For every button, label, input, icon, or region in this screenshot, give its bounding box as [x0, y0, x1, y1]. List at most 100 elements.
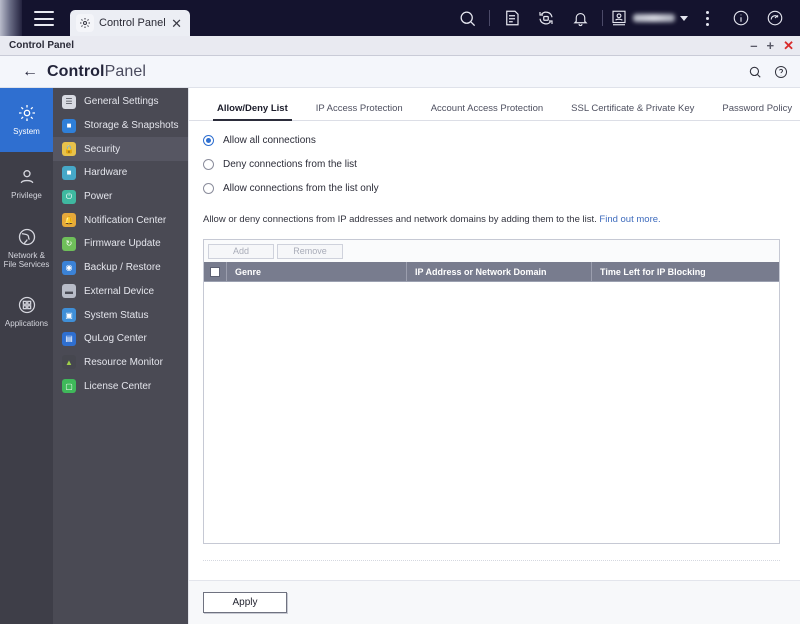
menu-item-power[interactable]: ⏻ Power	[53, 185, 188, 209]
maximize-button[interactable]: +	[767, 39, 775, 52]
remove-button[interactable]: Remove	[277, 243, 343, 259]
backup-icon: ◉	[62, 260, 76, 275]
radio-deny-connections-from-list[interactable]: Deny connections from the list	[203, 159, 780, 170]
close-button[interactable]: ✕	[783, 39, 794, 52]
menu-item-external-device[interactable]: ▬ External Device	[53, 280, 188, 304]
menu-label-external-device: External Device	[84, 285, 155, 297]
content-area: Allow/Deny List IP Access Protection Acc…	[188, 88, 800, 624]
column-header-time-left[interactable]: Time Left for IP Blocking	[591, 262, 779, 281]
menu-item-qulog-center[interactable]: ▤ QuLog Center	[53, 327, 188, 351]
desktop-root: Control Panel ✕ Control Panel – + ✕ ← Co…	[0, 0, 800, 624]
bell-icon[interactable]	[563, 0, 597, 36]
system-tray	[450, 0, 792, 36]
radio-label-allow-all: Allow all connections	[223, 135, 316, 146]
menu-item-backup-restore[interactable]: ◉ Backup / Restore	[53, 256, 188, 280]
window-titlebar: Control Panel – + ✕	[0, 36, 800, 56]
help-icon[interactable]	[774, 65, 788, 79]
allow-deny-table: Add Remove Genre IP Address or Network D…	[203, 239, 780, 544]
hardware-icon: ■	[62, 165, 76, 180]
menu-item-system-status[interactable]: ▣ System Status	[53, 303, 188, 327]
rail-label-network-file-services: Network & File Services	[3, 250, 50, 269]
tab-password-policy[interactable]: Password Policy	[708, 103, 800, 120]
menu-label-storage-snapshots: Storage & Snapshots	[84, 120, 179, 132]
desktop-taskbar: Control Panel ✕	[0, 0, 800, 36]
minimize-button[interactable]: –	[750, 39, 757, 52]
taskbar-tab-label: Control Panel	[99, 17, 166, 29]
menu-item-notification-center[interactable]: 🔔 Notification Center	[53, 208, 188, 232]
radio-indicator-allow-all[interactable]	[203, 135, 214, 146]
back-arrow-icon[interactable]: ←	[22, 63, 38, 80]
menu-label-backup-restore: Backup / Restore	[84, 262, 161, 274]
menu-label-power: Power	[84, 191, 113, 203]
menu-item-firmware-update[interactable]: ↻ Firmware Update	[53, 232, 188, 256]
info-icon[interactable]	[724, 0, 758, 36]
storage-icon: ■	[62, 118, 76, 133]
apply-button[interactable]: Apply	[203, 592, 287, 613]
rail-label-applications: Applications	[4, 319, 49, 329]
page-title: ControlPanel	[47, 63, 146, 81]
page-title-light: Panel	[104, 62, 146, 80]
find-out-more-link[interactable]: Find out more.	[599, 214, 660, 225]
notes-icon[interactable]	[495, 0, 529, 36]
clipboard-icon: ☰	[62, 94, 76, 109]
menu-item-hardware[interactable]: ■ Hardware	[53, 161, 188, 185]
tab-allow-deny-list[interactable]: Allow/Deny List	[203, 103, 302, 121]
tray-divider	[489, 10, 490, 26]
radio-allow-all-connections[interactable]: Allow all connections	[203, 135, 780, 146]
chevron-down-icon	[680, 15, 688, 21]
globe-icon	[17, 227, 37, 247]
menu-label-notification-center: Notification Center	[84, 214, 167, 226]
menu-label-firmware-update: Firmware Update	[84, 238, 161, 250]
firmware-icon: ↻	[62, 236, 76, 251]
menu-item-security[interactable]: 🔒 Security	[53, 137, 188, 162]
select-all-checkbox[interactable]	[210, 266, 220, 277]
radio-allow-connections-from-list-only[interactable]: Allow connections from the list only	[203, 183, 780, 194]
radio-label-deny-list: Deny connections from the list	[223, 159, 357, 170]
rail-item-privilege[interactable]: Privilege	[0, 152, 53, 216]
sync-icon[interactable]	[529, 0, 563, 36]
section-description: Allow or deny connections from IP addres…	[203, 214, 780, 225]
lock-icon: 🔒	[62, 142, 76, 157]
rail-label-system: System	[13, 127, 40, 137]
add-button[interactable]: Add	[208, 243, 274, 259]
header-search-icon[interactable]	[748, 65, 762, 79]
dashboard-icon[interactable]	[758, 0, 792, 36]
menu-item-general-settings[interactable]: ☰ General Settings	[53, 90, 188, 114]
allow-deny-pane: Allow all connections Deny connections f…	[189, 121, 800, 561]
table-body	[204, 281, 779, 543]
grid-icon	[17, 295, 37, 315]
radio-label-allow-list-only: Allow connections from the list only	[223, 183, 379, 194]
search-icon[interactable]	[450, 0, 484, 36]
column-header-genre[interactable]: Genre	[226, 262, 406, 281]
taskbar-tab-control-panel[interactable]: Control Panel ✕	[70, 10, 190, 36]
menu-item-license-center[interactable]: ▢ License Center	[53, 374, 188, 398]
window-controls: – + ✕	[750, 39, 794, 52]
control-panel-window: Control Panel – + ✕ ← ControlPanel Syste…	[0, 36, 800, 624]
radio-indicator-allow-list-only[interactable]	[203, 183, 214, 194]
main-menu-button[interactable]	[34, 11, 54, 26]
taskbar-edge-gradient	[0, 0, 22, 36]
tab-ip-access-protection[interactable]: IP Access Protection	[302, 103, 417, 120]
close-icon[interactable]: ✕	[169, 17, 184, 30]
more-vertical-icon[interactable]	[690, 0, 724, 36]
table-header-row: Genre IP Address or Network Domain Time …	[204, 262, 779, 281]
section-tabs: Allow/Deny List IP Access Protection Acc…	[189, 88, 800, 121]
table-select-all-header	[204, 262, 226, 281]
table-toolbar: Add Remove	[204, 240, 779, 262]
column-header-ip-address[interactable]: IP Address or Network Domain	[406, 262, 591, 281]
user-menu[interactable]	[608, 9, 690, 27]
radio-indicator-deny-list[interactable]	[203, 159, 214, 170]
tab-ssl-certificate-private-key[interactable]: SSL Certificate & Private Key	[557, 103, 708, 120]
rail-item-applications[interactable]: Applications	[0, 280, 53, 344]
tab-account-access-protection[interactable]: Account Access Protection	[417, 103, 557, 120]
app-body: System Privilege Network & File Services…	[0, 88, 800, 624]
resource-monitor-icon: ▲	[62, 355, 76, 370]
category-rail: System Privilege Network & File Services…	[0, 88, 53, 624]
rail-item-system[interactable]: System	[0, 88, 53, 152]
window-title: Control Panel	[9, 40, 75, 51]
gear-icon	[17, 103, 37, 123]
rail-item-network-file-services[interactable]: Network & File Services	[0, 216, 53, 280]
content-divider	[203, 560, 780, 561]
menu-item-storage-snapshots[interactable]: ■ Storage & Snapshots	[53, 114, 188, 138]
menu-item-resource-monitor[interactable]: ▲ Resource Monitor	[53, 351, 188, 375]
